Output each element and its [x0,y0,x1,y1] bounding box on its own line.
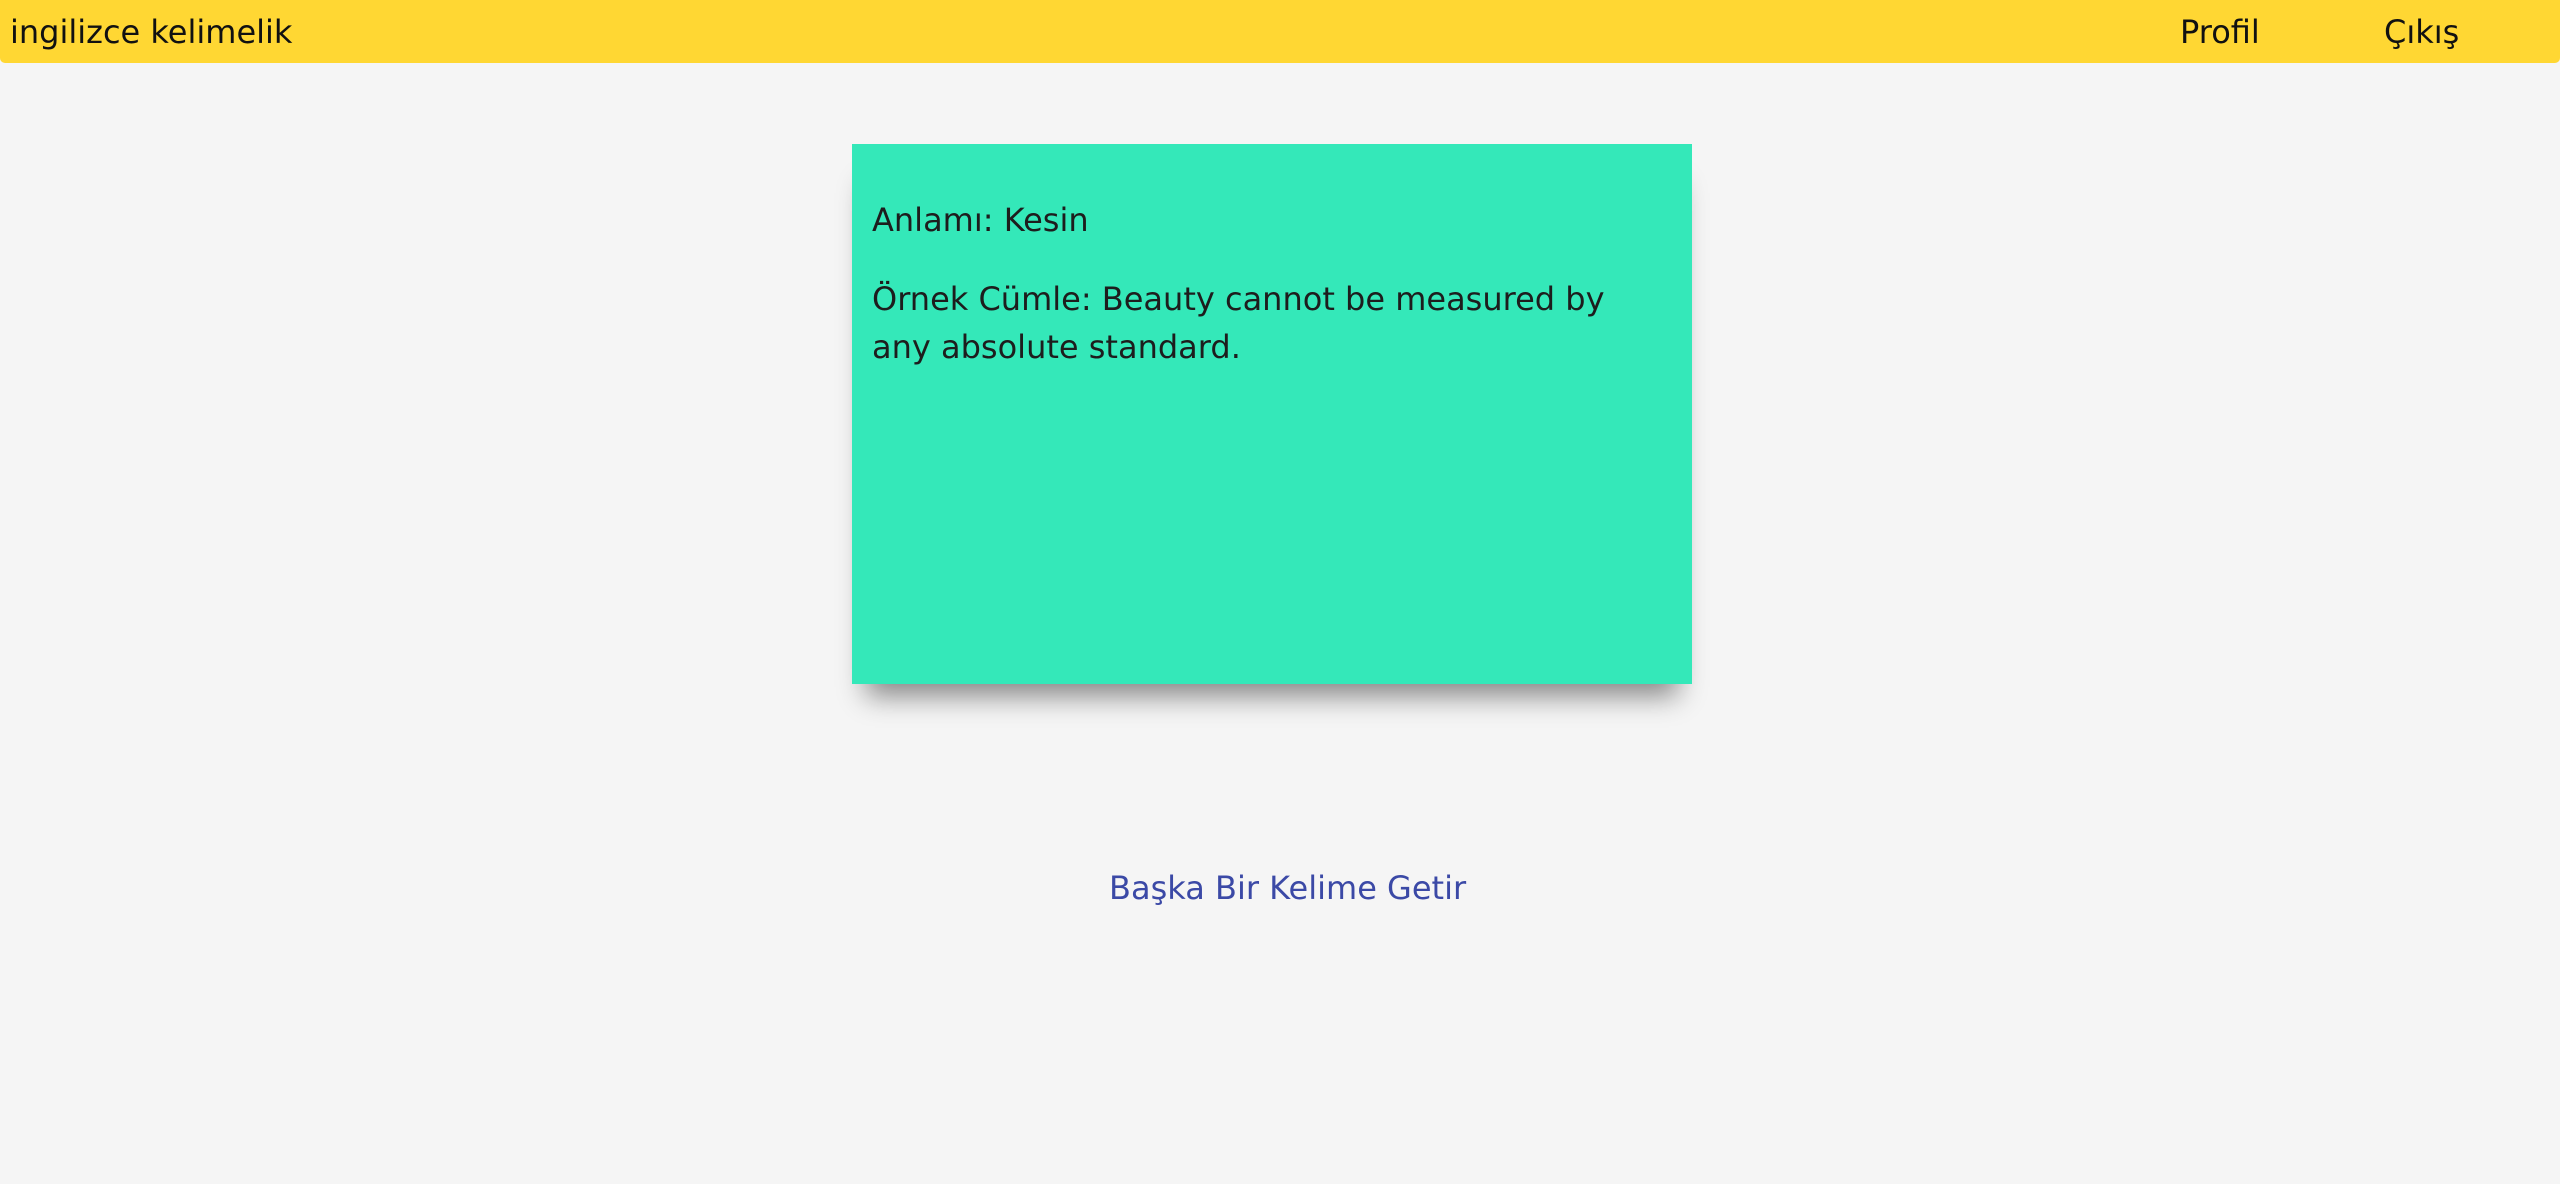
navbar: ingilizce kelimelik Profil Çıkış [0,0,2560,63]
meaning-label: Anlamı: [872,201,994,239]
meaning-value: Kesin [1003,201,1089,239]
example-sentence: Örnek Cümle: Beauty cannot be measured b… [872,275,1672,371]
nav-profile-link[interactable]: Profil [2180,14,2260,50]
brand-link[interactable]: ingilizce kelimelik [10,14,292,50]
nav-logout-link[interactable]: Çıkış [2384,14,2459,50]
meaning-text: Anlamı: Kesin [872,196,1672,244]
word-card: Anlamı: Kesin Örnek Cümle: Beauty cannot… [852,144,1692,684]
next-word-button[interactable]: Başka Bir Kelime Getir [1109,868,1466,908]
example-label: Örnek Cümle: [872,280,1092,318]
